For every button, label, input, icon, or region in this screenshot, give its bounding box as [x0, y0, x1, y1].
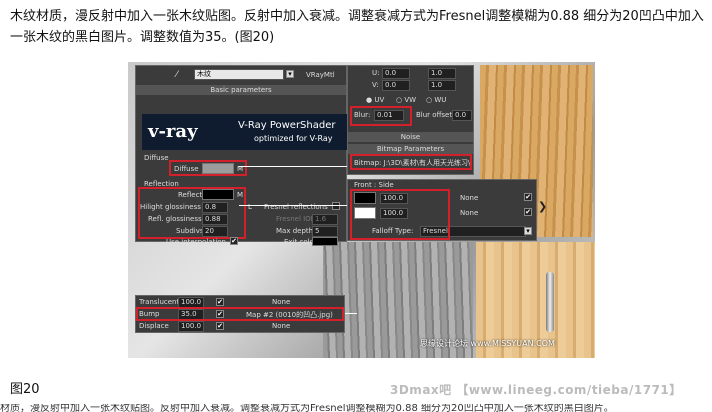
eyedropper-icon[interactable]: ⁄ [176, 70, 178, 80]
max-depth-field[interactable]: 5 [312, 226, 338, 237]
vw-radio[interactable]: ○ VW [396, 96, 416, 104]
v-offset-field[interactable]: 0.0 [382, 80, 410, 91]
bitmap-coordinates-panel: U: 0.0 1.0 V: 0.0 1.0 ● UV ○ VW ○ WU Blu… [347, 65, 474, 175]
chevron-right-icon[interactable]: ❯ [538, 200, 547, 213]
basic-parameters-rollout[interactable]: Basic parameters [136, 85, 346, 95]
forum-watermark: 3Dmax吧 【www.lineeg.com/tieba/1771】 [390, 383, 682, 397]
vw-label: VW [404, 96, 417, 104]
v-tiling-field[interactable]: 1.0 [428, 80, 456, 91]
material-type-button[interactable]: VRayMtl [306, 71, 335, 79]
u-offset-field[interactable]: 0.0 [382, 68, 410, 79]
displace-value-field[interactable]: 100.0 [178, 321, 204, 332]
noise-rollout[interactable]: Noise [348, 132, 473, 142]
diffuse-highlight [169, 160, 247, 176]
connector-line-reflect [239, 205, 349, 206]
use-interpolation-checkbox[interactable]: ✔ [230, 237, 238, 245]
cabinet-handle [546, 272, 554, 332]
v-label: V: [372, 81, 379, 89]
uv-label: UV [374, 96, 385, 104]
u-tiling-field[interactable]: 1.0 [428, 68, 456, 79]
fresnel-ior-field[interactable]: 1.6 [312, 214, 338, 225]
translucent-checkbox[interactable]: ✔ [216, 298, 224, 306]
fresnel-ior-label: Fresnel IOR [276, 215, 316, 223]
translucent-map-button[interactable]: None [272, 298, 290, 306]
displace-map-button[interactable]: None [272, 322, 290, 330]
blur-offset-field[interactable]: 0.0 [452, 110, 472, 121]
shader-subtitle: optimized for V-Ray [254, 134, 333, 143]
side-map-checkbox[interactable]: ✔ [524, 208, 532, 216]
bitmap-parameters-rollout[interactable]: Bitmap Parameters [348, 144, 473, 154]
translucent-label: Translucent [139, 298, 180, 306]
blur-offset-label: Blur offset: [416, 111, 455, 119]
wu-label: WU [434, 96, 447, 104]
site-watermark: 思缘设计论坛 www.MISSYUAN.COM [420, 339, 555, 348]
uv-radio[interactable]: ● UV [366, 96, 384, 104]
bitmap-highlight [350, 154, 472, 170]
maps-panel: Translucent 100.0 ✔ None Bump 35.0 ✔ Map… [135, 295, 345, 333]
falloff-highlight [350, 189, 450, 240]
front-side-label: Front : Side [354, 181, 394, 189]
connector-line-bump [345, 313, 357, 314]
displace-label: Displace [139, 322, 169, 330]
falloff-dropdown-arrow-icon[interactable]: ▾ [524, 227, 532, 235]
material-name-dropdown[interactable]: 木纹 [194, 69, 284, 80]
use-interpolation-label: Use interpolation [166, 238, 226, 246]
shader-title: V-Ray PowerShader [238, 120, 336, 131]
diffuse-group-label: Diffuse [144, 154, 169, 162]
max-depth-label: Max depth [276, 227, 314, 235]
vray-banner: v-ray V-Ray PowerShader optimized for V-… [142, 114, 348, 150]
u-label: U: [372, 69, 380, 77]
connector-line-diffuse [239, 166, 357, 167]
dropdown-arrow-icon[interactable]: ▾ [286, 70, 294, 78]
material-name: 木纹 [197, 70, 211, 78]
front-map-checkbox[interactable]: ✔ [524, 193, 532, 201]
cut-off-text: 材质，漫反射中加入一张木纹贴图。反射中加入衰减。调整衰减方式为Fresnel调整… [0, 404, 614, 412]
reflection-highlight [138, 187, 246, 239]
wu-radio[interactable]: ○ WU [426, 96, 446, 104]
vray-material-panel: ⁄ 木纹 ▾ VRayMtl Basic parameters v-ray V-… [135, 65, 348, 246]
front-map-button[interactable]: None [460, 194, 478, 202]
displace-checkbox[interactable]: ✔ [216, 322, 224, 330]
figure-caption: 图20 [10, 382, 40, 397]
intro-paragraph: 木纹材质，漫反射中加入一张木纹贴图。反射中加入衰减。调整衰减方式为Fresnel… [10, 9, 704, 45]
fresnel-reflections-checkbox[interactable] [332, 202, 340, 210]
exit-color-swatch[interactable] [312, 237, 338, 246]
vray-logo: v-ray [148, 121, 198, 142]
bump-highlight [136, 307, 344, 321]
blur-highlight [350, 106, 412, 126]
figure-composite: 思缘设计论坛 www.MISSYUAN.COM ⁄ 木纹 ▾ VRayMtl B… [128, 62, 595, 358]
falloff-panel: Front : Side 100.0 None ✔ 100.0 None ✔ F… [347, 179, 537, 241]
side-map-button[interactable]: None [460, 209, 478, 217]
